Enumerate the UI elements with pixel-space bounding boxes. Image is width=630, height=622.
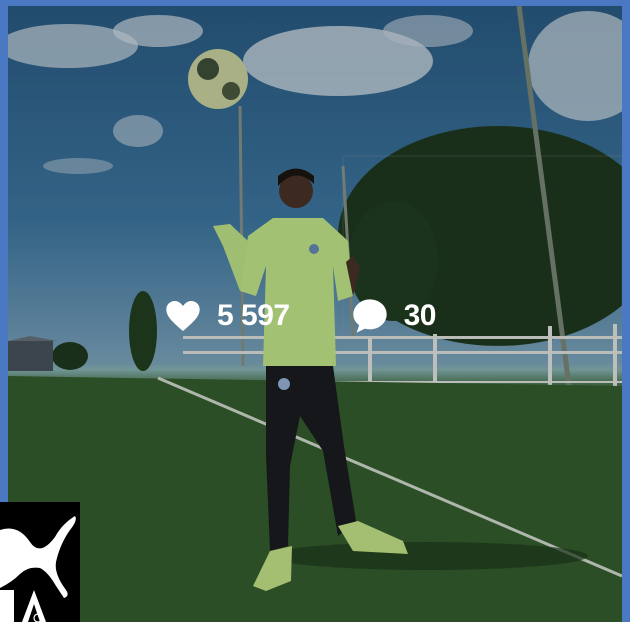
- post-stats: 5 597 30: [163, 296, 436, 336]
- likes-stat[interactable]: 5 597: [163, 296, 290, 336]
- comments-stat[interactable]: 30: [350, 296, 436, 336]
- post-tile[interactable]: 5 597 30: [0, 0, 630, 622]
- comments-count: 30: [403, 299, 437, 332]
- likes-count: 5 597: [217, 299, 290, 332]
- brand-logo: [0, 502, 80, 622]
- post-photo[interactable]: 5 597 30: [8, 6, 622, 622]
- heart-icon: [166, 301, 200, 331]
- comment-bubble-icon: [352, 299, 387, 333]
- puma-logo-icon: [0, 516, 76, 622]
